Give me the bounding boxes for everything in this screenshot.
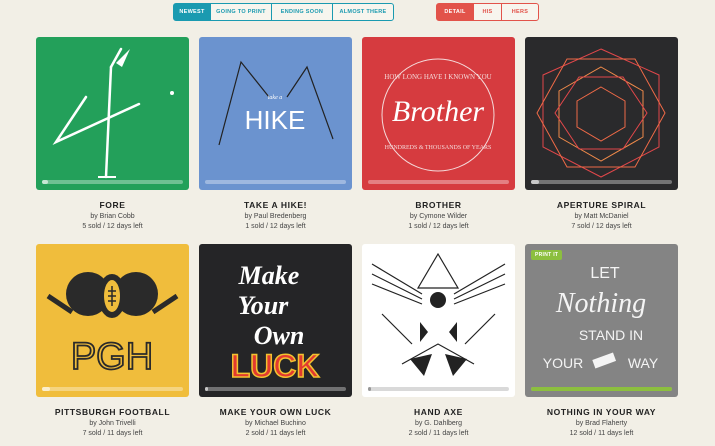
product-card-aperture-spiral: APERTURE SPIRAL by Matt McDaniel 7 sold … — [525, 37, 678, 232]
artist-name[interactable]: by Brian Cobb — [36, 212, 189, 222]
artist-name[interactable]: by Brad Flaherty — [525, 419, 678, 429]
product-image[interactable]: take a HIKE — [199, 37, 352, 190]
product-image[interactable]: Make Your Own LUCK — [199, 244, 352, 397]
tab-newest[interactable]: NEWEST — [173, 3, 211, 21]
art-text-top: HOW LONG HAVE I KNOWN YOU — [384, 73, 491, 81]
art-text-way: WAY — [628, 355, 659, 371]
progress-bar — [531, 387, 672, 391]
art-text-stand-in: STAND IN — [579, 327, 643, 343]
artist-name[interactable]: by Paul Bredenberg — [199, 212, 352, 222]
sales-status: 1 sold / 12 days left — [245, 223, 306, 230]
football-illustration: PGH — [36, 244, 189, 397]
art-text-own: Own — [254, 321, 305, 350]
sales-status: 2 sold / 11 days left — [408, 430, 469, 437]
sales-status: 12 sold / 11 days left — [569, 430, 634, 437]
product-image[interactable]: PGH — [36, 244, 189, 397]
progress-bar — [42, 387, 183, 391]
brother-typography-illustration: HOW LONG HAVE I KNOWN YOU Brother HUNDRE… — [362, 37, 515, 190]
sales-status: 7 sold / 12 days left — [571, 223, 632, 230]
tab-hers[interactable]: HERS — [501, 3, 539, 21]
art-text-take-a: take a — [268, 95, 283, 101]
sales-status: 2 sold / 11 days left — [245, 430, 306, 437]
product-title[interactable]: APERTURE SPIRAL — [525, 200, 678, 210]
product-title[interactable]: FORE — [36, 200, 189, 210]
product-card-take-a-hike: take a HIKE TAKE A HIKE! by Paul Bredenb… — [199, 37, 352, 232]
product-title[interactable]: MAKE YOUR OWN LUCK — [199, 407, 352, 417]
product-card-hand-axe: HAND AXE by G. Dahlberg 2 sold / 11 days… — [362, 244, 515, 439]
product-card-pittsburgh-football: PGH PITTSBURGH FOOTBALL by John Trivelli… — [36, 244, 189, 439]
art-text-make: Make — [238, 261, 300, 290]
tab-detail[interactable]: DETAIL — [436, 3, 474, 21]
print-it-badge: PRINT IT — [531, 250, 563, 260]
tab-his[interactable]: HIS — [473, 3, 502, 21]
product-card-fore: FORE by Brian Cobb 5 sold / 12 days left — [36, 37, 189, 232]
art-text-pgh: PGH — [71, 336, 153, 378]
tab-ending-soon[interactable]: ENDING SOON — [271, 3, 333, 21]
artist-name[interactable]: by Cymone Wilder — [362, 212, 515, 222]
art-text-brother: Brother — [392, 95, 485, 128]
aperture-spiral-illustration — [525, 37, 678, 190]
product-image[interactable] — [36, 37, 189, 190]
art-text-bottom: HUNDREDS & THOUSANDS OF YEARS — [385, 145, 492, 151]
product-card-make-your-own-luck: Make Your Own LUCK MAKE YOUR OWN LUCK by… — [199, 244, 352, 439]
mountain-hike-illustration: take a HIKE — [199, 37, 352, 190]
audience-tabs: DETAIL HIS HERS — [436, 3, 539, 21]
sales-status: 1 sold / 12 days left — [408, 223, 469, 230]
art-text-luck: LUCK — [231, 348, 320, 384]
product-title[interactable]: BROTHER — [362, 200, 515, 210]
tab-going-to-print[interactable]: GOING TO PRINT — [210, 3, 272, 21]
artist-name[interactable]: by G. Dahlberg — [362, 419, 515, 429]
artist-name[interactable]: by Matt McDaniel — [525, 212, 678, 222]
artist-name[interactable]: by John Trivelli — [36, 419, 189, 429]
progress-bar — [368, 180, 509, 184]
art-text-your: YOUR — [543, 355, 583, 371]
artist-name[interactable]: by Michael Buchino — [199, 419, 352, 429]
product-image[interactable]: LET Nothing STAND IN YOUR WAY PRINT IT — [525, 244, 678, 397]
progress-bar — [368, 387, 509, 391]
art-text-nothing: Nothing — [555, 288, 646, 319]
product-image[interactable]: HOW LONG HAVE I KNOWN YOU Brother HUNDRE… — [362, 37, 515, 190]
progress-bar — [531, 180, 672, 184]
art-text-let: LET — [590, 265, 620, 282]
filter-tabs: NEWEST GOING TO PRINT ENDING SOON ALMOST… — [173, 3, 394, 21]
product-title[interactable]: PITTSBURGH FOOTBALL — [36, 407, 189, 417]
sales-status: 7 sold / 11 days left — [82, 430, 143, 437]
product-card-brother: HOW LONG HAVE I KNOWN YOU Brother HUNDRE… — [362, 37, 515, 232]
hand-axe-illustration — [362, 244, 515, 397]
golf-four-illustration — [36, 37, 189, 190]
progress-bar — [205, 387, 346, 391]
luck-typography-illustration: Make Your Own LUCK — [199, 244, 352, 397]
art-text-your: Your — [238, 291, 289, 320]
progress-bar — [42, 180, 183, 184]
nothing-in-your-way-illustration: LET Nothing STAND IN YOUR WAY — [525, 244, 678, 397]
progress-bar — [205, 180, 346, 184]
tab-almost-there[interactable]: ALMOST THERE — [332, 3, 394, 21]
product-title[interactable]: HAND AXE — [362, 407, 515, 417]
product-title[interactable]: NOTHING IN YOUR WAY — [525, 407, 678, 417]
product-image[interactable] — [525, 37, 678, 190]
product-title[interactable]: TAKE A HIKE! — [199, 200, 352, 210]
art-text-hike: HIKE — [245, 105, 306, 135]
product-image[interactable] — [362, 244, 515, 397]
sales-status: 5 sold / 12 days left — [82, 223, 143, 230]
product-card-nothing-in-your-way: LET Nothing STAND IN YOUR WAY PRINT IT N… — [525, 244, 678, 439]
